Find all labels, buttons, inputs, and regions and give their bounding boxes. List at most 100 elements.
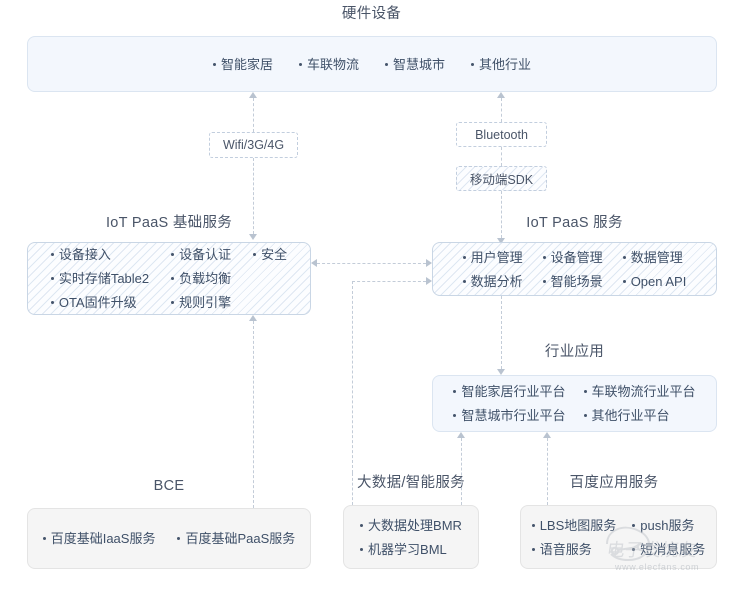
bullet-icon	[50, 301, 54, 304]
list-item: 百度基础PaaS服务	[177, 530, 295, 547]
list-item: 短消息服务	[632, 541, 705, 558]
bullet-icon	[462, 279, 466, 283]
bullet-icon	[542, 255, 546, 259]
bullet-icon	[385, 62, 388, 66]
bullet-icon	[531, 523, 535, 527]
section-title-bigdata: 大数据/智能服务	[357, 475, 465, 491]
arrow-down-to-industry-apps	[497, 369, 505, 375]
section-title-iot-paas-service: IoT PaaS 服务	[526, 215, 623, 231]
connector-bluetooth-to-sdk	[501, 147, 502, 166]
bullet-icon	[50, 253, 54, 256]
item-label: 车联物流	[306, 56, 359, 72]
bullet-icon	[171, 253, 175, 256]
bullet-icon	[462, 255, 466, 259]
connector-bluetooth-upper	[501, 98, 502, 122]
arrow-right-to-paas-service	[426, 259, 432, 267]
connector-bigdata-box-up	[352, 473, 353, 505]
item-label: 百度基础IaaS服务	[50, 531, 156, 546]
item-label: 智能家居行业平台	[461, 384, 566, 399]
chip-bluetooth: Bluetooth	[456, 122, 547, 147]
item-label: 智慧城市行业平台	[461, 408, 566, 423]
bce-box: 百度基础IaaS服务 百度基础PaaS服务	[27, 508, 311, 569]
list-item: 规则引擎	[171, 294, 231, 311]
bullet-icon	[632, 523, 636, 527]
bullet-icon	[212, 62, 216, 66]
item-label: Open API	[630, 273, 687, 289]
list-item: OTA固件升级	[50, 294, 149, 311]
list-item: 机器学习BML	[360, 541, 462, 558]
list-item: 数据分析	[462, 273, 523, 290]
list-item: 设备管理	[542, 249, 603, 266]
list-item: 智能家居行业平台	[453, 383, 566, 400]
section-title-iot-paas-base: IoT PaaS 基础服务	[105, 215, 233, 231]
bullet-icon	[453, 414, 457, 417]
industry-apps-box: 智能家居行业平台 智慧城市行业平台 车联物流行业平台 其他行业平台	[432, 375, 717, 432]
industry-apps-items: 智能家居行业平台 智慧城市行业平台 车联物流行业平台 其他行业平台	[433, 383, 716, 424]
connector-bce-to-paas-base	[253, 321, 254, 508]
baidu-apps-box: LBS地图服务 语音服务 push服务 短消息服务	[520, 505, 717, 569]
bullet-icon	[453, 390, 457, 393]
item-label: 智慧城市	[393, 56, 446, 72]
item-label: 短消息服务	[640, 541, 706, 557]
arrow-left-to-paas-base	[311, 259, 317, 267]
section-title-bce: BCE	[153, 478, 185, 494]
item-label: 安全	[261, 247, 288, 262]
list-item: 大数据处理BMR	[360, 517, 462, 534]
item-label: push服务	[640, 517, 695, 533]
item-label: 其他行业	[479, 56, 532, 72]
bigdata-box: 大数据处理BMR 机器学习BML	[343, 505, 479, 569]
list-item: 智慧城市行业平台	[453, 407, 566, 424]
arrow-up-bigdata-to-industry	[457, 432, 465, 438]
hardware-box: 智能家居 车联物流 智慧城市 其他行业	[27, 36, 717, 92]
bullet-icon	[253, 253, 257, 256]
bullet-icon	[42, 537, 46, 540]
chip-wifi-label: Wifi/3G/4G	[222, 138, 285, 152]
bullet-icon	[50, 277, 54, 280]
item-label: 实时存储Table2	[58, 271, 150, 286]
arrow-up-baidu-apps-to-industry	[543, 432, 551, 438]
section-title-baidu-apps: 百度应用服务	[569, 475, 659, 491]
bullet-icon	[171, 301, 175, 304]
section-title-industry-apps: 行业应用	[544, 344, 605, 360]
item-label: 设备认证	[179, 247, 232, 262]
connector-bigdata-horizontal	[352, 281, 426, 282]
list-item: 用户管理	[462, 249, 523, 266]
item-label: 语音服务	[539, 541, 592, 557]
item-label: 车联物流行业平台	[591, 384, 696, 399]
hardware-items: 智能家居 车联物流 智慧城市 其他行业	[28, 56, 716, 73]
list-item: 百度基础IaaS服务	[42, 530, 156, 547]
item-label: 设备管理	[550, 249, 603, 265]
item-label: 数据分析	[470, 273, 523, 289]
item-label: LBS地图服务	[539, 517, 617, 533]
arrow-up-bce-to-paas-base	[249, 315, 257, 321]
connector-paas-bidirectional	[317, 263, 426, 264]
list-item: 其他行业	[471, 56, 531, 73]
chip-mobile-sdk-label: 移动端SDK	[469, 173, 534, 187]
item-label: 其他行业平台	[591, 408, 670, 423]
connector-bigdata-to-industry	[461, 438, 462, 505]
list-item: 实时存储Table2	[50, 270, 150, 287]
list-item: 设备认证	[171, 246, 231, 263]
diagram-canvas: 硬件设备 智能家居 车联物流 智慧城市 其他行业 Wifi/3G/4G Blue…	[0, 0, 743, 586]
bullet-icon	[531, 547, 535, 551]
list-item: push服务	[632, 517, 705, 534]
bullet-icon	[360, 547, 364, 551]
bullet-icon	[583, 414, 587, 417]
connector-baidu-apps-to-industry	[547, 438, 548, 505]
list-item: 设备接入	[50, 246, 149, 263]
arrow-up-to-hardware-right	[497, 92, 505, 98]
list-item: 智能家居	[212, 56, 273, 73]
list-item: 安全	[253, 246, 287, 263]
chip-mobile-sdk: 移动端SDK	[456, 166, 547, 191]
item-label: 数据管理	[630, 249, 683, 265]
connector-wifi-upper	[253, 98, 254, 132]
iot-paas-base-items: 设备接入 实时存储Table2 OTA固件升级 设备认证 负载均衡 规则引擎 安…	[28, 246, 310, 311]
bullet-icon	[622, 279, 626, 283]
item-label: OTA固件升级	[58, 295, 137, 310]
bigdata-items: 大数据处理BMR 机器学习BML	[344, 517, 478, 558]
bullet-icon	[632, 547, 636, 551]
connector-bigdata-vertical	[352, 281, 353, 473]
item-label: 智能场景	[550, 273, 603, 289]
arrow-up-to-hardware-left	[249, 92, 257, 98]
item-label: 设备接入	[58, 247, 111, 262]
